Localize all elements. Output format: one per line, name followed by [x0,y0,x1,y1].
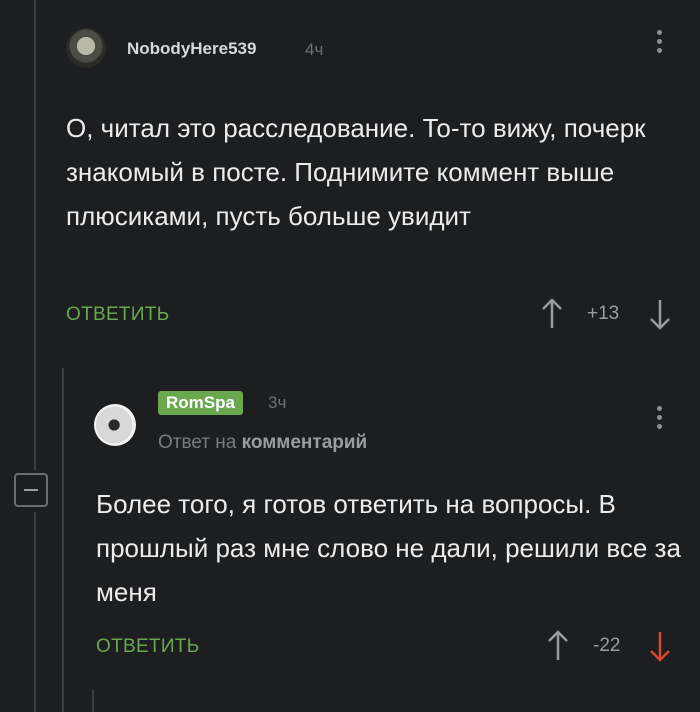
downvote-arrow-icon[interactable] [648,296,672,332]
avatar[interactable] [66,28,106,68]
comment-time: 3ч [268,393,287,412]
comment-text: О, читал это расследование. То-то вижу, … [66,113,646,231]
comment-time: 4ч [305,40,324,59]
rating-count: +13 [587,303,620,324]
reply-thread-line [62,368,64,712]
collapse-minus-icon[interactable] [14,473,48,507]
downvote-arrow-icon[interactable] [648,628,672,664]
comment-text: Более того, я готов ответить на вопросы.… [96,489,681,607]
upvote-arrow-icon[interactable] [546,628,570,664]
more-vertical-icon[interactable] [652,406,666,436]
avatar[interactable] [94,404,136,446]
thread-line [34,512,36,712]
reply-to-label: Ответ на комментарий [158,432,367,454]
more-vertical-icon[interactable] [652,30,666,60]
reply-button[interactable]: ОТВЕТИТЬ [66,304,169,326]
rating-count: -22 [593,635,621,656]
upvote-arrow-icon[interactable] [540,296,564,332]
username-badge[interactable]: RomSpa [158,391,243,415]
reply-to-prefix: Ответ на [158,432,237,453]
reply-thread-line [92,690,94,712]
reply-button[interactable]: ОТВЕТИТЬ [96,636,199,658]
thread-line [34,0,36,470]
reply-to-link[interactable]: комментарий [242,432,368,453]
username[interactable]: NobodyHere539 [127,39,256,59]
